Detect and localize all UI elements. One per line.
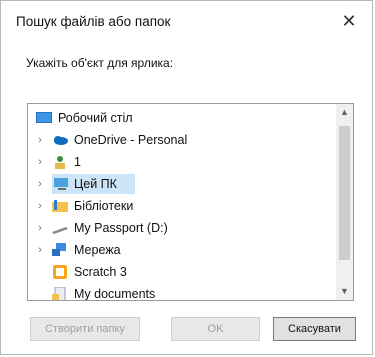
tree-item-label: My documents <box>74 287 156 301</box>
documents-icon <box>52 287 66 300</box>
folder-tree[interactable]: Робочий стіл › OneDrive - Personal › 1 › <box>27 103 354 301</box>
cancel-button[interactable]: Скасувати <box>273 317 356 341</box>
network-icon <box>52 243 66 256</box>
tree-item-label: 1 <box>74 155 81 169</box>
ok-button[interactable]: OK <box>171 317 260 341</box>
tree-item-label: My Passport (D:) <box>74 221 168 235</box>
tree-item-label: Мережа <box>74 243 121 257</box>
tree-item-label: Цей ПК <box>74 177 117 191</box>
scrollbar-thumb[interactable] <box>339 126 350 260</box>
user-folder-icon <box>55 156 65 169</box>
chevron-right-icon[interactable]: › <box>34 217 46 239</box>
scroll-up-icon[interactable]: ▲ <box>336 104 353 121</box>
chevron-right-icon[interactable]: › <box>34 239 46 261</box>
scroll-down-icon[interactable]: ▼ <box>336 283 353 300</box>
onedrive-cloud-icon <box>54 136 68 145</box>
tree-item-label: OneDrive - Personal <box>74 133 188 147</box>
instruction-text: Укажіть об'єкт для ярлика: <box>26 56 174 70</box>
tree-item-label: Бібліотеки <box>74 199 134 213</box>
close-icon[interactable]: ✕ <box>336 10 362 32</box>
drive-icon <box>52 227 68 234</box>
chevron-right-icon[interactable]: › <box>34 151 46 173</box>
chevron-right-icon[interactable]: › <box>34 129 46 151</box>
tree-item-label: Робочий стіл <box>58 111 133 125</box>
scratch-app-icon <box>53 265 67 279</box>
computer-icon <box>54 178 68 190</box>
browse-for-folder-dialog: Пошук файлів або папок ✕ Укажіть об'єкт … <box>0 0 373 355</box>
tree-item-label: Scratch 3 <box>74 265 127 279</box>
title-bar: Пошук файлів або папок ✕ <box>1 1 372 41</box>
chevron-right-icon[interactable]: › <box>34 195 46 217</box>
libraries-icon <box>52 200 68 212</box>
dialog-title: Пошук файлів або папок <box>16 14 171 29</box>
desktop-icon <box>36 112 52 123</box>
new-folder-button[interactable]: Створити папку <box>30 317 140 341</box>
chevron-right-icon[interactable]: › <box>34 173 46 195</box>
tree-scrollbar[interactable]: ▲ ▼ <box>336 104 353 300</box>
